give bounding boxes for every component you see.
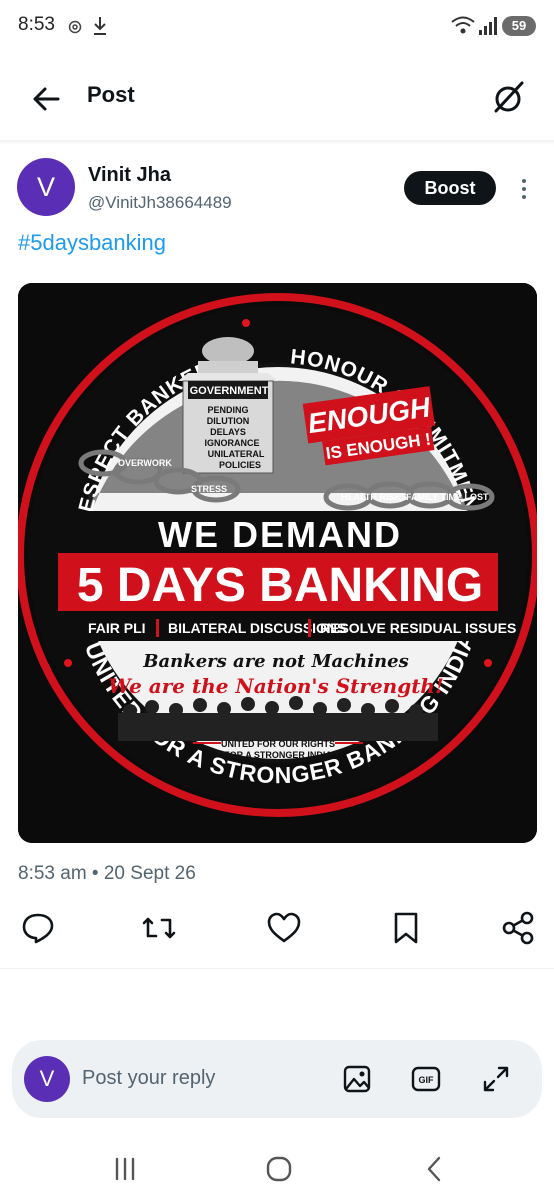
page-title: Post [87, 82, 135, 107]
building-line-2: DILUTION [207, 416, 250, 426]
crowd-line-2: FOR A STRONGER INDIA [224, 750, 332, 760]
image-attach-icon[interactable] [341, 1063, 373, 1095]
post-action-bar [0, 910, 554, 954]
expand-icon[interactable] [480, 1063, 512, 1095]
top-app-bar: Post [0, 56, 554, 140]
post-timestamp: 8:53 am • 20 Sept 26 [18, 863, 196, 884]
content-divider [0, 968, 554, 969]
hashtag-link[interactable]: #5daysbanking [18, 230, 166, 256]
chain-label-overwork: OVERWORK [118, 458, 172, 468]
point-residual: RESOLVE RESIDUAL ISSUES [320, 620, 516, 636]
system-back-icon[interactable] [418, 1152, 452, 1186]
reply-composer[interactable]: V Post your reply GIF [12, 1040, 542, 1118]
back-arrow-icon[interactable] [30, 82, 64, 116]
author-avatar[interactable]: V [17, 158, 75, 216]
chain-label-health: HEALTH RISKS [341, 492, 407, 502]
battery-indicator: 59 [502, 16, 536, 36]
author-name[interactable]: Vinit Jha [88, 164, 171, 187]
building-line-5: UNILATERAL [208, 449, 265, 459]
reply-icon[interactable] [20, 910, 56, 946]
point-fair-pli: FAIR PLI [88, 620, 146, 636]
gif-icon[interactable]: GIF [410, 1063, 442, 1095]
status-bar: 8:53 59 [0, 0, 554, 56]
boost-button[interactable]: Boost [404, 171, 496, 205]
banner-text: 5 DAYS BANKING [77, 559, 483, 612]
status-time: 8:53 [18, 14, 55, 35]
bookmark-icon[interactable] [388, 910, 424, 946]
like-heart-icon[interactable] [266, 910, 302, 946]
poster-graphic: RESPECT BANKERS HONOUR COMMITMENTS UNITE… [18, 283, 537, 843]
demand-line: WE DEMAND [158, 514, 402, 555]
system-nav-bar [0, 1140, 554, 1200]
share-icon[interactable] [500, 910, 536, 946]
post-image[interactable]: RESPECT BANKERS HONOUR COMMITMENTS UNITE… [18, 283, 537, 843]
reply-input[interactable]: Post your reply [82, 1067, 215, 1090]
building-line-4: IGNORANCE [204, 438, 259, 448]
crowd-line-1: UNITED FOR OUR RIGHTS [221, 739, 335, 749]
download-icon [94, 17, 106, 35]
repost-icon[interactable] [141, 910, 177, 946]
home-icon[interactable] [262, 1152, 296, 1186]
building-label: GOVERNMENT [190, 385, 269, 397]
at-sign-icon [68, 20, 82, 34]
signal-icon [479, 17, 497, 35]
slogan-line-1: Bankers are not Machines [142, 651, 408, 672]
recent-apps-icon[interactable] [108, 1152, 142, 1186]
wifi-icon [451, 16, 475, 34]
reply-avatar: V [24, 1056, 70, 1102]
header-divider [0, 140, 554, 145]
chain-label-stress: STRESS [191, 484, 227, 494]
building-line-1: PENDING [207, 405, 248, 415]
svg-text:GIF: GIF [419, 1075, 435, 1085]
grok-icon[interactable] [490, 78, 528, 116]
building-line-3: DELAYS [210, 427, 246, 437]
author-handle[interactable]: @VinitJh38664489 [88, 193, 232, 213]
slogan-line-2: We are the Nation's Strength! [108, 674, 444, 698]
more-options-icon[interactable] [516, 177, 532, 201]
building-line-6: POLICIES [219, 460, 261, 470]
chain-label-family: FAMILY TIME LOST [406, 492, 489, 502]
